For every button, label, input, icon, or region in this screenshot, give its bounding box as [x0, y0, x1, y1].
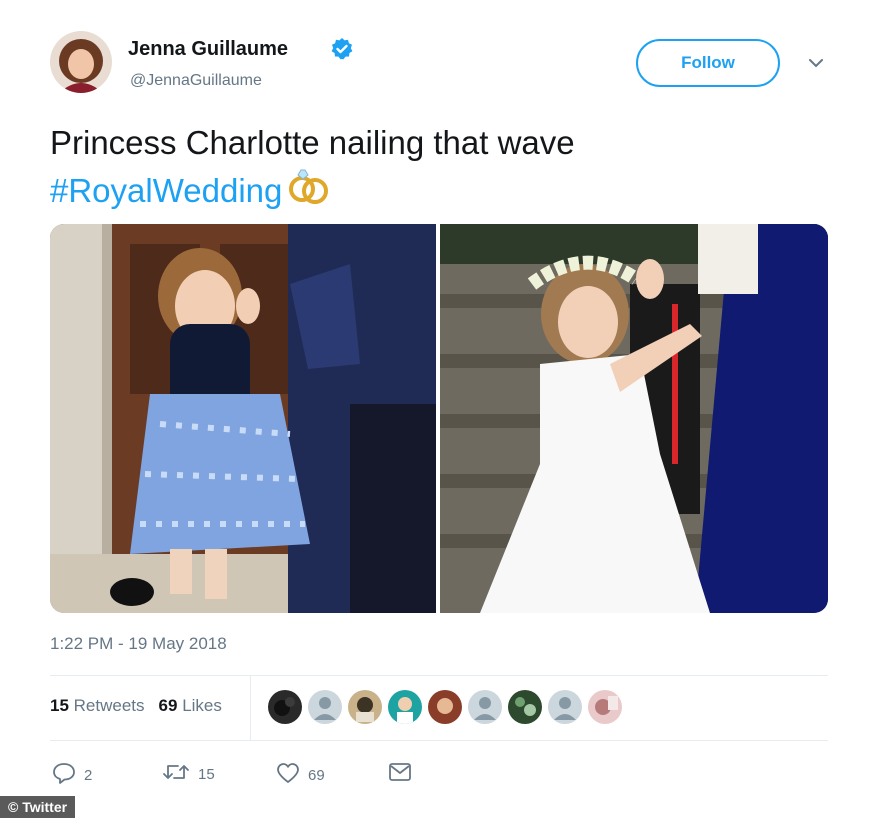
hashtag-link[interactable]: #RoyalWedding — [50, 172, 282, 209]
tweet-photo-right[interactable] — [440, 224, 828, 613]
liker-avatar[interactable] — [428, 690, 462, 724]
reply-count: 2 — [84, 766, 93, 784]
likes-label: Likes — [182, 696, 222, 715]
retweets-stat[interactable]: 15 Retweets — [50, 696, 145, 716]
verified-badge-icon — [330, 37, 354, 61]
liker-avatar[interactable] — [348, 690, 382, 724]
image-credit: © Twitter — [0, 796, 76, 818]
default-avatar-icon[interactable] — [468, 690, 502, 724]
follow-button[interactable]: Follow — [636, 39, 780, 87]
reply-button[interactable]: 2 — [52, 762, 92, 788]
likes-stat[interactable]: 69 Likes — [159, 696, 222, 716]
tweet-stats: 15 Retweets 69 Likes — [50, 696, 222, 716]
likes-count: 69 — [158, 696, 178, 715]
chevron-down-icon[interactable] — [806, 56, 826, 70]
divider — [50, 675, 828, 676]
retweet-icon — [162, 762, 190, 786]
divider — [50, 740, 828, 741]
liker-avatar[interactable] — [588, 690, 622, 724]
liker-avatar[interactable] — [388, 690, 422, 724]
tweet-photo-left[interactable] — [50, 224, 436, 613]
like-count: 69 — [308, 766, 325, 784]
default-avatar-icon[interactable] — [548, 690, 582, 724]
retweet-count: 15 — [198, 765, 215, 783]
retweets-count: 15 — [50, 696, 69, 715]
retweet-button[interactable]: 15 — [162, 762, 215, 786]
envelope-icon — [388, 762, 412, 786]
like-button[interactable]: 69 — [276, 762, 325, 788]
default-avatar-icon[interactable] — [308, 690, 342, 724]
retweets-label: Retweets — [73, 696, 145, 715]
tweet-timestamp[interactable]: 1:22 PM - 19 May 2018 — [50, 634, 227, 654]
author-avatar[interactable] — [50, 31, 112, 93]
tweet-body: Princess Charlotte nailing that wave — [50, 124, 575, 161]
author-handle[interactable]: @JennaGuillaume — [130, 72, 262, 90]
author-name[interactable]: Jenna Guillaume — [128, 38, 288, 61]
liker-avatars — [268, 690, 622, 724]
liker-avatar[interactable] — [268, 690, 302, 724]
stats-separator — [250, 676, 251, 740]
liker-avatar[interactable] — [508, 690, 542, 724]
reply-icon — [52, 762, 76, 788]
tweet-text: Princess Charlotte nailing that wave #Ro… — [50, 120, 810, 218]
heart-icon — [276, 762, 300, 788]
direct-message-button[interactable] — [388, 762, 412, 786]
rings-emoji-icon — [285, 166, 331, 218]
